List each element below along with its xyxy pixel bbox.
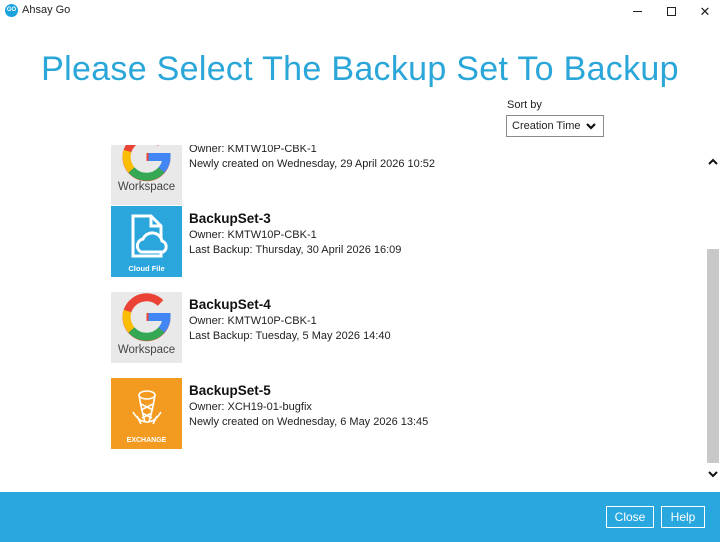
chevron-down-icon[interactable]: [706, 467, 720, 481]
app-logo-icon: GO: [5, 4, 18, 17]
backup-set-owner: Owner: KMTW10P-CBK-1: [189, 315, 317, 327]
sort-by-label: Sort by: [507, 99, 542, 111]
backup-set-name: BackupSet-4: [189, 297, 271, 312]
tile-label: Cloud File: [128, 264, 165, 273]
backup-set-list[interactable]: Workspace Owner: KMTW10P-CBK-1 Newly cre…: [0, 145, 706, 492]
minimize-icon: [632, 10, 642, 12]
chevron-down-icon: [586, 123, 596, 130]
sort-by-select[interactable]: Creation Time: [506, 115, 604, 137]
sort-by-value: Creation Time: [512, 120, 581, 132]
backup-set-owner: Owner: KMTW10P-CBK-1: [189, 145, 317, 155]
minimize-button[interactable]: [620, 0, 654, 22]
tile-label: Workspace: [117, 181, 176, 193]
backup-set-item[interactable]: Workspace Owner: KMTW10P-CBK-1 Newly cre…: [111, 145, 671, 206]
footer-bar: Close Help: [0, 492, 720, 542]
window-titlebar: GO Ahsay Go ✕: [0, 0, 720, 22]
backup-set-name: BackupSet-5: [189, 383, 271, 398]
close-icon: ✕: [699, 3, 711, 19]
backup-set-status: Newly created on Wednesday, 6 May 2026 1…: [189, 416, 429, 428]
maximize-button[interactable]: [654, 0, 688, 22]
page-title: Please Select The Backup Set To Backup: [41, 50, 679, 88]
scrollbar-thumb[interactable]: [707, 249, 719, 463]
backup-set-status: Last Backup: Thursday, 30 April 2026 16:…: [189, 244, 402, 256]
tile-label: Workspace: [117, 344, 176, 356]
backup-set-owner: Owner: XCH19-01-bugfix: [189, 401, 312, 413]
backup-set-item[interactable]: EXCHANGE BackupSet-5 Owner: XCH19-01-bug…: [111, 378, 671, 450]
help-button[interactable]: Help: [661, 506, 705, 528]
window-close-button[interactable]: ✕: [688, 0, 720, 22]
google-workspace-icon: Workspace: [111, 292, 182, 363]
backup-set-item[interactable]: Workspace BackupSet-4 Owner: KMTW10P-CBK…: [111, 292, 671, 364]
list-scrollbar[interactable]: [706, 145, 720, 492]
backup-set-item[interactable]: Cloud File BackupSet-3 Owner: KMTW10P-CB…: [111, 206, 671, 278]
cloud-file-icon: Cloud File: [111, 206, 182, 277]
tile-label: EXCHANGE: [126, 437, 167, 444]
google-workspace-icon: Workspace: [111, 145, 182, 205]
backup-set-owner: Owner: KMTW10P-CBK-1: [189, 229, 317, 241]
exchange-icon: EXCHANGE: [111, 378, 182, 449]
backup-set-status: Newly created on Wednesday, 29 April 202…: [189, 158, 436, 170]
backup-set-status: Last Backup: Tuesday, 5 May 2026 14:40: [189, 330, 391, 342]
chevron-up-icon[interactable]: [706, 155, 720, 169]
maximize-icon: [666, 6, 676, 16]
backup-set-name: BackupSet-3: [189, 211, 271, 226]
window-title: Ahsay Go: [22, 4, 71, 16]
close-button[interactable]: Close: [606, 506, 654, 528]
